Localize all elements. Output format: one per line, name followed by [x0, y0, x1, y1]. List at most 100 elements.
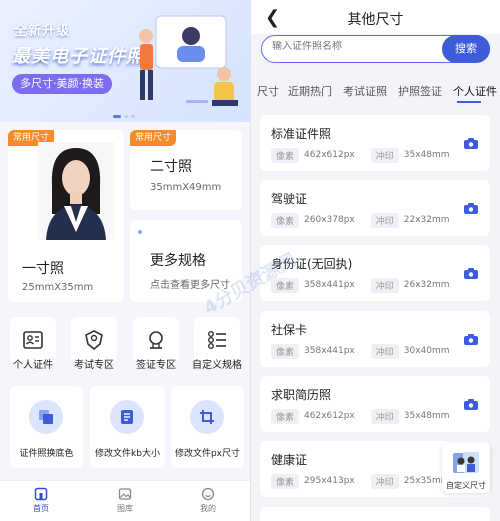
pager-dot: [131, 115, 135, 118]
id-card-icon: [23, 331, 43, 349]
item-spec: 像素 358x441px 冲印 30x40mm: [271, 343, 466, 359]
active-tab-indicator: [457, 101, 481, 103]
size-item-partial[interactable]: [260, 507, 490, 521]
nav-gallery-label: 图库: [117, 504, 133, 513]
print-value: 35x48mm: [403, 411, 450, 421]
nav-profile[interactable]: 我的: [188, 487, 228, 514]
nav-profile-label: 我的: [200, 504, 216, 513]
personal-id-label: 个人证件: [13, 360, 53, 371]
header: ❮ 其他尺寸: [251, 0, 500, 34]
crop-icon: [200, 410, 214, 424]
item-spec: 像素 260x378px 冲印 22x32mm: [271, 212, 466, 228]
search-button[interactable]: 搜索: [442, 35, 490, 63]
px-value: 462x612px: [304, 150, 355, 160]
visa-zone-label: 签证专区: [136, 360, 176, 371]
exam-badge-icon: [85, 330, 103, 350]
print-value: 26x32mm: [403, 280, 450, 290]
item-name: 标准证件照: [271, 127, 332, 141]
two-inch-size: 35mmX49mm: [150, 182, 222, 193]
banner-title: 最美电子证件照: [12, 46, 145, 67]
tab-recent-hot[interactable]: 近期热门: [288, 83, 332, 99]
print-value: 30x40mm: [403, 346, 450, 356]
file-px-card[interactable]: 修改文件px尺寸: [171, 386, 244, 468]
px-label: 像素: [271, 473, 300, 489]
file-kb-card[interactable]: 修改文件kb大小: [90, 386, 165, 468]
px-value: 358x441px: [304, 280, 355, 290]
gallery-icon: [118, 488, 132, 500]
common-size-tag: 常用尺寸: [130, 130, 177, 146]
search-input[interactable]: [272, 41, 422, 52]
print-label: 冲印: [370, 343, 399, 359]
file-size-icon: [121, 410, 133, 424]
nav-home-label: 首页: [33, 504, 49, 513]
size-item[interactable]: 身份证(无回执) 像素 358x441px 冲印 26x32mm: [260, 245, 490, 301]
print-label: 冲印: [370, 473, 399, 489]
item-spec: 像素 462x612px 冲印 35x48mm: [271, 408, 466, 424]
px-value: 358x441px: [304, 346, 355, 356]
photo-stack-icon: [453, 452, 479, 473]
profile-icon: [201, 487, 215, 501]
promo-banner[interactable]: 全新升级 最美电子证件照 多尺寸·美颜·换装: [0, 0, 250, 122]
pager-dot-active: [113, 115, 121, 118]
search-bar: 搜索: [261, 35, 490, 63]
px-label: 像素: [271, 147, 300, 163]
custom-size-button[interactable]: 自定义尺寸: [442, 443, 490, 493]
px-label: 像素: [271, 343, 300, 359]
print-label: 冲印: [370, 147, 399, 163]
page-title: 其他尺寸: [347, 12, 404, 28]
home-screen: 全新升级 最美电子证件照 多尺寸·美颜·换装 常用尺寸 一寸照 25mmX35m…: [0, 0, 250, 521]
camera-icon[interactable]: [464, 399, 478, 410]
more-specs-title: 更多规格: [150, 253, 206, 269]
custom-spec-label: 自定义规格: [192, 360, 242, 371]
item-name: 健康证: [271, 453, 308, 467]
change-background-card[interactable]: 证件照换底色: [10, 386, 83, 468]
banner-illustration: [139, 15, 238, 106]
px-value: 260x378px: [304, 215, 355, 225]
background-color-icon: [39, 410, 53, 424]
file-px-label: 修改文件px尺寸: [174, 449, 241, 459]
sample-portrait: [38, 142, 114, 240]
camera-icon[interactable]: [464, 203, 478, 214]
px-label: 像素: [271, 212, 300, 228]
two-inch-card[interactable]: 常用尺寸 二寸照 35mmX49mm: [130, 130, 242, 210]
banner-pager: [113, 115, 135, 118]
size-item[interactable]: 标准证件照 像素 462x612px 冲印 35x48mm: [260, 115, 490, 171]
bottom-nav: 首页 图库 我的: [0, 480, 250, 521]
camera-icon[interactable]: [464, 334, 478, 345]
size-item[interactable]: 驾驶证 像素 260x378px 冲印 22x32mm: [260, 180, 490, 236]
feature-icon-bg: [29, 400, 63, 434]
feature-icon-bg: [110, 400, 144, 434]
print-value: 22x32mm: [403, 215, 450, 225]
print-label: 冲印: [370, 408, 399, 424]
px-value: 462x612px: [304, 411, 355, 421]
custom-size-label: 自定义尺寸: [446, 481, 486, 490]
item-spec: 像素 358x441px 冲印 26x32mm: [271, 277, 466, 293]
exam-zone-label: 考试专区: [74, 360, 114, 371]
nav-gallery[interactable]: 图库: [105, 487, 145, 514]
tab-exam[interactable]: 考试证照: [343, 83, 387, 99]
print-label: 冲印: [370, 277, 399, 293]
nav-home[interactable]: 首页: [21, 487, 61, 514]
print-value: 35x48mm: [403, 150, 450, 160]
size-item[interactable]: 社保卡 像素 358x441px 冲印 30x40mm: [260, 311, 490, 367]
px-label: 像素: [271, 408, 300, 424]
pager-dot: [124, 115, 128, 118]
tab-personal-id[interactable]: 个人证件: [453, 83, 497, 99]
accent-dot: [138, 230, 142, 234]
camera-icon[interactable]: [464, 268, 478, 279]
banner-subtitle: 全新升级: [14, 24, 71, 39]
change-background-label: 证件照换底色: [19, 449, 74, 459]
print-label: 冲印: [370, 212, 399, 228]
two-inch-title: 二寸照: [150, 159, 192, 175]
tab-passport-visa[interactable]: 护照签证: [398, 83, 442, 99]
home-icon: [34, 487, 48, 501]
camera-icon[interactable]: [464, 138, 478, 149]
one-inch-card[interactable]: 常用尺寸 一寸照 25mmX35mm: [8, 130, 124, 302]
category-tabs: 尺寸 近期热门 考试证照 护照签证 个人证件: [251, 76, 500, 103]
tab-size[interactable]: 尺寸: [257, 83, 279, 99]
px-value: 295x413px: [304, 476, 355, 486]
item-name: 求职简历照: [271, 388, 332, 402]
size-item[interactable]: 求职简历照 像素 462x612px 冲印 35x48mm: [260, 376, 490, 432]
item-spec: 像素 462x612px 冲印 35x48mm: [271, 147, 466, 163]
file-kb-label: 修改文件kb大小: [95, 449, 160, 459]
